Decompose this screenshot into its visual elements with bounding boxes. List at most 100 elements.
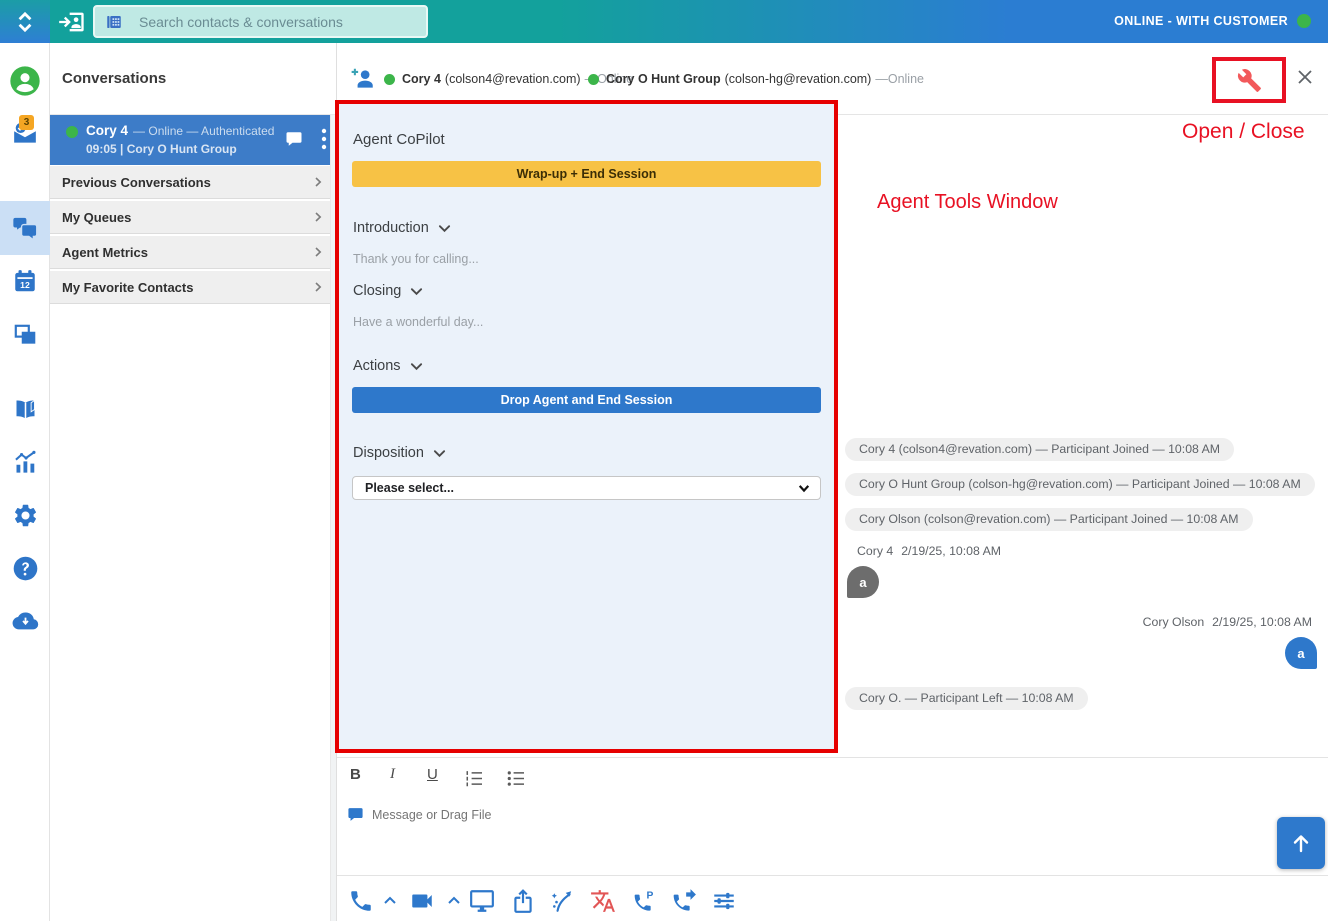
nav-settings[interactable] (0, 497, 50, 533)
app-logo[interactable] (0, 0, 50, 43)
chevron-right-icon (311, 175, 325, 189)
svg-text:P: P (646, 890, 653, 901)
agent-status-label[interactable]: ONLINE - WITH CUSTOMER (1114, 14, 1288, 28)
actions-section-toggle[interactable]: Actions (353, 358, 423, 374)
add-participant-icon[interactable] (350, 66, 376, 92)
wrapup-end-session-button[interactable]: Wrap-up + End Session (352, 161, 821, 187)
chevron-down-icon (798, 484, 810, 493)
translate-icon (590, 888, 616, 914)
message-input[interactable]: Message or Drag File (372, 808, 492, 822)
linklive-app: ONLINE - WITH CUSTOMER 3 (0, 0, 1328, 921)
chevron-up-icon (382, 893, 398, 909)
bullet-list-button[interactable] (506, 770, 525, 787)
system-message-left: Cory O. — Participant Left — 10:08 AM (845, 687, 1088, 710)
cloud-download-icon (12, 608, 39, 635)
chevron-right-icon (311, 280, 325, 294)
closing-section-toggle[interactable]: Closing (353, 283, 423, 299)
phone-park-icon: P (632, 888, 658, 914)
nav-help[interactable] (0, 550, 50, 586)
system-message: Cory Olson (colson@revation.com) — Parti… (845, 508, 1253, 531)
disposition-select[interactable]: Please select... (352, 476, 821, 500)
annotation-agent-tools-window: Agent Tools Window (877, 191, 1058, 214)
conversation-status: — Online — Authenticated (133, 124, 274, 138)
sidebar-item-agent-metrics[interactable]: Agent Metrics (50, 236, 337, 269)
format-bold-button[interactable]: B (350, 766, 361, 783)
phone-forward-icon (671, 888, 697, 914)
conversation-detail: 09:05 | Cory O Hunt Group (86, 142, 237, 156)
book-icon (12, 396, 39, 423)
format-italic-button[interactable]: I (390, 766, 395, 783)
system-message: Cory 4 (colson4@revation.com) — Particip… (845, 438, 1234, 461)
agent-tools-highlight-box (1212, 57, 1286, 103)
windows-icon (12, 322, 38, 348)
call-settings-button[interactable] (711, 888, 737, 914)
chevron-down-icon (410, 362, 423, 371)
inbox-badge: 3 (19, 115, 34, 130)
nav-schedule[interactable]: 12 (0, 263, 50, 299)
sidebar-item-previous-conversations[interactable]: Previous Conversations (50, 166, 337, 199)
call-options-expander[interactable] (382, 893, 398, 909)
avatar-inbound: a (1285, 637, 1317, 669)
copilot-title: Agent CoPilot (353, 131, 445, 148)
monitor-icon (469, 888, 495, 914)
wrench-icon (1237, 68, 1262, 93)
search-input[interactable] (95, 7, 426, 36)
kebab-menu-icon[interactable] (321, 128, 327, 150)
introduction-snippet-link[interactable]: Thank you for calling... (353, 252, 479, 266)
translate-button[interactable] (590, 888, 616, 914)
chart-icon (12, 449, 39, 476)
conversation-name: Cory 4 (86, 123, 128, 138)
sidebar-item-my-queues[interactable]: My Queues (50, 201, 337, 234)
conversation-item-active[interactable]: Cory 4 — Online — Authenticated 09:05 | C… (50, 115, 337, 165)
close-conversation-button[interactable] (1296, 68, 1316, 88)
scroll-to-top-button[interactable] (1277, 817, 1325, 869)
nav-inbox[interactable]: 3 (0, 116, 50, 152)
video-camera-icon (409, 888, 435, 914)
message-bubble-icon (347, 806, 364, 823)
agent-tools-wrench-button[interactable] (1237, 68, 1262, 93)
file-share-button[interactable] (510, 888, 536, 914)
participant-2: Cory O Hunt Group (colson-hg@revation.co… (588, 71, 924, 87)
park-call-button[interactable]: P (632, 888, 658, 914)
closing-snippet-link[interactable]: Have a wonderful day... (353, 315, 483, 329)
video-options-expander[interactable] (446, 893, 462, 909)
signin-contact-icon[interactable] (58, 8, 86, 36)
nav-windows[interactable] (0, 317, 50, 353)
transfer-call-button[interactable] (671, 888, 697, 914)
format-underline-button[interactable]: U (427, 766, 438, 783)
conversations-title: Conversations (62, 70, 166, 87)
chevron-down-icon (410, 287, 423, 296)
message-header-outbound: Cory 42/19/25, 10:08 AM (857, 544, 1001, 558)
phone-icon (348, 888, 374, 914)
chevron-up-icon (446, 893, 462, 909)
directory-icon (105, 13, 123, 31)
agent-copilot-panel: Agent CoPilot Wrap-up + End Session Intr… (335, 100, 838, 753)
nav-contacts-book[interactable] (0, 391, 50, 427)
ai-assist-button[interactable] (550, 888, 576, 914)
chevron-right-icon (311, 245, 325, 259)
svg-text:12: 12 (20, 280, 30, 290)
chat-bubble-icon[interactable] (285, 130, 303, 148)
introduction-section-toggle[interactable]: Introduction (353, 220, 451, 236)
nav-metrics[interactable] (0, 444, 50, 480)
call-button[interactable] (348, 888, 374, 914)
disposition-section-toggle[interactable]: Disposition (353, 445, 446, 461)
chevron-right-icon (311, 210, 325, 224)
system-message: Cory O Hunt Group (colson-hg@revation.co… (845, 473, 1315, 496)
chevron-down-icon (438, 224, 451, 233)
drop-agent-end-session-button[interactable]: Drop Agent and End Session (352, 387, 821, 413)
sidebar-item-my-favorite-contacts[interactable]: My Favorite Contacts (50, 271, 337, 304)
avatar-outbound: a (847, 566, 879, 598)
presence-dot (384, 74, 395, 85)
nav-rail: 3 12 (0, 43, 50, 921)
annotation-open-close: Open / Close (1182, 120, 1305, 144)
nav-download[interactable] (0, 603, 50, 639)
arrow-up-icon (1289, 831, 1313, 855)
video-call-button[interactable] (409, 888, 435, 914)
diamond-logo-icon (12, 9, 38, 35)
nav-profile[interactable] (0, 63, 50, 99)
nav-conversations[interactable] (0, 201, 50, 255)
screen-share-button[interactable] (469, 888, 495, 914)
divider (337, 757, 1328, 758)
ordered-list-button[interactable] (464, 770, 483, 787)
